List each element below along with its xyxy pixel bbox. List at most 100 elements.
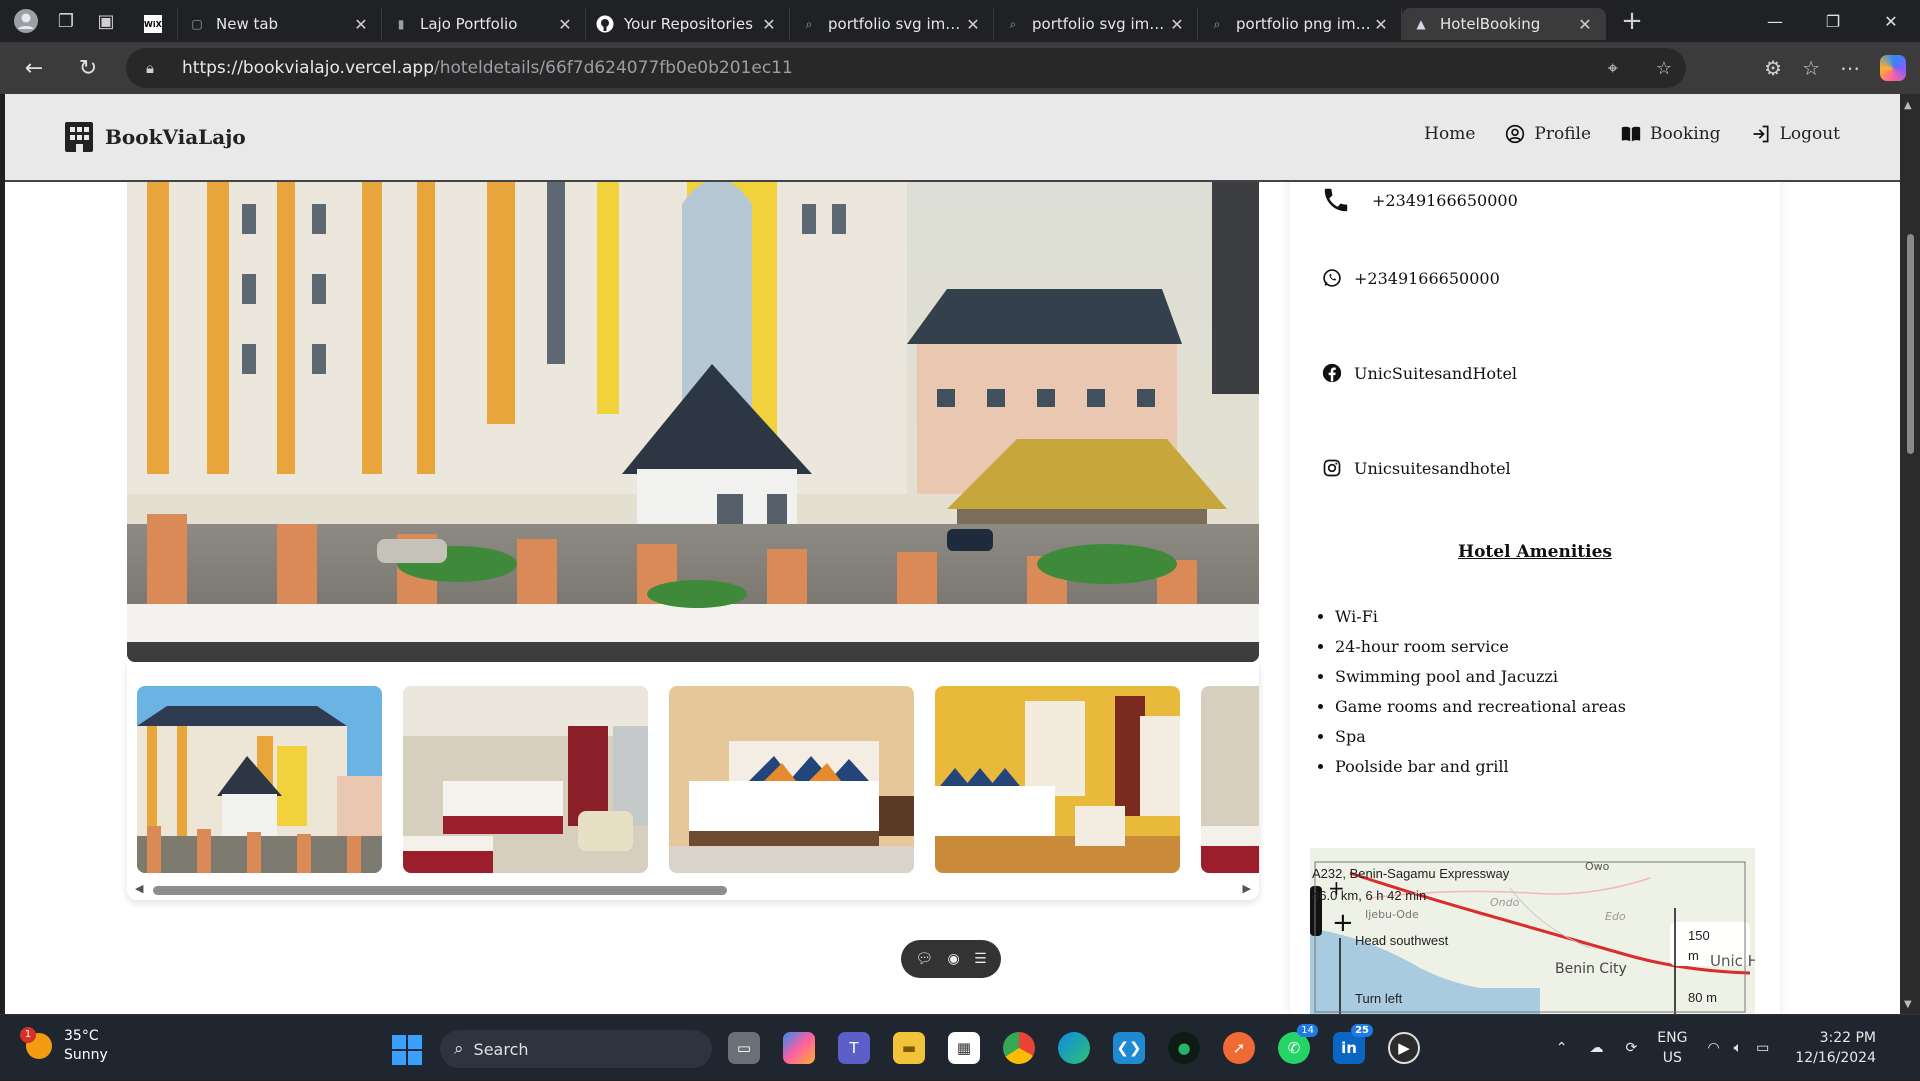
gallery-scrollbar[interactable]: ◀ ▶ bbox=[127, 876, 1259, 900]
tab-portfolio-png[interactable]: ⌕ portfolio png imag ✕ bbox=[1198, 8, 1402, 40]
chevron-up-icon[interactable]: ⌃ bbox=[1556, 1040, 1568, 1056]
close-icon[interactable]: ✕ bbox=[963, 15, 983, 34]
url-text[interactable]: https://bookvialajo.vercel.app/hoteldeta… bbox=[182, 58, 793, 78]
instagram-handle[interactable]: Unicsuitesandhotel bbox=[1354, 459, 1511, 478]
back-button[interactable]: ← bbox=[14, 48, 54, 88]
linkedin-icon[interactable]: in 25 bbox=[1333, 1024, 1373, 1064]
location-pin-icon[interactable]: ⌖ bbox=[1608, 58, 1618, 79]
vscode-icon[interactable]: ❮❯ bbox=[1113, 1032, 1145, 1064]
nav-logout[interactable]: Logout bbox=[1751, 124, 1840, 144]
whatsapp-number[interactable]: +2349166650000 bbox=[1354, 269, 1500, 288]
new-tab-button[interactable]: + bbox=[1612, 6, 1652, 36]
address-bar[interactable]: 🔒︎ https://bookvialajo.vercel.app/hoteld… bbox=[126, 48, 1686, 88]
task-view-icon[interactable]: ▭ bbox=[728, 1032, 760, 1064]
edge-icon[interactable] bbox=[1058, 1032, 1090, 1064]
map-zoom-out-icon[interactable]: + bbox=[1332, 908, 1354, 938]
favorite-star-icon[interactable]: ☆ bbox=[1656, 58, 1672, 79]
close-icon[interactable]: ✕ bbox=[351, 15, 371, 34]
amenity-item: Game rooms and recreational areas bbox=[1335, 692, 1626, 722]
lock-icon[interactable]: 🔒︎ bbox=[146, 59, 166, 77]
store-icon[interactable]: ▦ bbox=[948, 1032, 980, 1064]
postman-icon[interactable]: ➚ bbox=[1223, 1032, 1255, 1064]
nav-home[interactable]: Home bbox=[1424, 124, 1475, 144]
workspaces-icon[interactable]: ❐ bbox=[52, 7, 80, 35]
battery-icon[interactable]: ▭ bbox=[1756, 1040, 1769, 1056]
weather-badge: 1 bbox=[20, 1027, 36, 1043]
weather-widget[interactable]: 1 35°C Sunny bbox=[20, 1027, 108, 1065]
amenity-item: Spa bbox=[1335, 722, 1626, 752]
onedrive-cloud-icon[interactable]: ☁ bbox=[1590, 1040, 1604, 1056]
gallery-thumbnail-room-3[interactable] bbox=[935, 686, 1180, 873]
profile-avatar-icon[interactable] bbox=[12, 7, 40, 35]
tab-actions-icon[interactable]: ▣ bbox=[92, 7, 120, 35]
minimize-icon[interactable]: — bbox=[1746, 0, 1804, 42]
scroll-up-icon[interactable]: ▲ bbox=[1904, 100, 1912, 111]
tab-portfolio-svg-1[interactable]: ⌕ portfolio svg image ✕ bbox=[790, 8, 994, 40]
tab-new-tab[interactable]: ▢ New tab ✕ bbox=[178, 8, 382, 40]
taskbar-search[interactable]: ⌕ Search bbox=[440, 1030, 712, 1068]
gallery-thumbnail-room-4[interactable] bbox=[1201, 686, 1259, 873]
tab-lajo-portfolio[interactable]: ▮ Lajo Portfolio ✕ bbox=[382, 8, 586, 40]
chat-bubble-icon[interactable]: 💬︎ bbox=[915, 951, 933, 967]
copilot-app-icon[interactable] bbox=[783, 1032, 815, 1064]
map-place-label: Ondo bbox=[1490, 896, 1520, 909]
phone-number[interactable]: +2349166650000 bbox=[1372, 191, 1518, 210]
close-icon[interactable]: ✕ bbox=[1371, 15, 1391, 34]
whatsapp-app-icon[interactable]: ✆ 14 bbox=[1278, 1024, 1318, 1064]
nav-booking[interactable]: Booking bbox=[1621, 124, 1721, 144]
tab-your-repositories[interactable]: Your Repositories ✕ bbox=[586, 8, 790, 40]
copilot-icon[interactable] bbox=[1880, 55, 1906, 81]
close-icon[interactable]: ✕ bbox=[759, 15, 779, 34]
favorites-icon[interactable]: ☆ bbox=[1802, 56, 1820, 80]
windows-start-icon[interactable] bbox=[392, 1035, 422, 1065]
list-menu-icon[interactable]: ☰ bbox=[974, 951, 987, 967]
gallery-thumbnail-room-1[interactable] bbox=[403, 686, 648, 873]
file-explorer-icon[interactable]: ▬ bbox=[893, 1032, 925, 1064]
close-window-icon[interactable]: ✕ bbox=[1862, 0, 1920, 42]
github-icon bbox=[596, 15, 614, 33]
volume-icon[interactable]: 🔈︎ bbox=[1734, 1040, 1742, 1056]
nav-profile[interactable]: Profile bbox=[1505, 124, 1591, 144]
sync-icon[interactable]: ⟳ bbox=[1626, 1040, 1638, 1056]
wifi-icon[interactable]: ◠ bbox=[1707, 1040, 1719, 1056]
close-icon[interactable]: ✕ bbox=[1167, 15, 1187, 34]
tab-wix[interactable]: WiX bbox=[134, 8, 178, 40]
taskbar-clock[interactable]: 3:22 PM 12/16/2024 bbox=[1795, 1028, 1876, 1068]
hotel-location-map[interactable]: A232, Benin-Sagamu Expressway 46.0 km, 6… bbox=[1310, 848, 1755, 1014]
close-icon[interactable]: ✕ bbox=[555, 15, 575, 34]
search-icon: ⌕ bbox=[454, 1039, 464, 1059]
page-scroll-thumb[interactable] bbox=[1907, 234, 1914, 454]
extensions-icon[interactable]: ⚙ bbox=[1764, 56, 1782, 80]
gallery-scroll-thumb[interactable] bbox=[153, 886, 727, 895]
restore-icon[interactable]: ❐ bbox=[1804, 0, 1862, 42]
notification-badge: 14 bbox=[1297, 1024, 1318, 1037]
scroll-left-icon[interactable]: ◀ bbox=[135, 882, 143, 895]
tab-portfolio-svg-2[interactable]: ⌕ portfolio svg image ✕ bbox=[994, 8, 1198, 40]
nav-links: Home Profile Booking Logout bbox=[1424, 124, 1840, 144]
teams-icon[interactable]: T bbox=[838, 1032, 870, 1064]
facebook-handle[interactable]: UnicSuitesandHotel bbox=[1354, 364, 1517, 383]
gallery-thumbnail-exterior[interactable] bbox=[137, 686, 382, 873]
facebook-icon bbox=[1320, 361, 1344, 385]
map-distance-label: 80 m bbox=[1688, 990, 1717, 1005]
media-player-icon[interactable]: ▶ bbox=[1388, 1032, 1420, 1064]
page-scrollbar[interactable]: ▲ ▼ bbox=[1900, 94, 1920, 1014]
search-icon: ⌕ bbox=[1213, 16, 1221, 31]
image-gallery: ◀ ▶ bbox=[127, 662, 1259, 900]
close-icon[interactable]: ✕ bbox=[1575, 15, 1595, 34]
language-indicator[interactable]: ENG US bbox=[1657, 1028, 1687, 1068]
map-zoom-in-icon[interactable]: + bbox=[1328, 876, 1345, 900]
gallery-thumbnail-room-2[interactable] bbox=[669, 686, 914, 873]
tab-title: Lajo Portfolio bbox=[420, 15, 518, 33]
more-menu-icon[interactable]: ⋯ bbox=[1840, 56, 1860, 80]
chrome-icon[interactable] bbox=[1003, 1032, 1035, 1064]
eye-toggle-icon[interactable]: ◉ bbox=[948, 951, 960, 967]
site-brand[interactable]: BookViaLajo bbox=[65, 122, 246, 152]
scroll-down-icon[interactable]: ▼ bbox=[1904, 999, 1912, 1010]
tab-hotelbooking[interactable]: ▲ HotelBooking ✕ bbox=[1402, 8, 1606, 40]
map-hotel-popup[interactable]: Unic H bbox=[1710, 952, 1755, 970]
whatsapp-contact: +2349166650000 bbox=[1320, 266, 1500, 290]
reload-button[interactable]: ↻ bbox=[68, 48, 108, 88]
mongodb-icon[interactable]: ● bbox=[1168, 1032, 1200, 1064]
scroll-right-icon[interactable]: ▶ bbox=[1243, 882, 1251, 895]
